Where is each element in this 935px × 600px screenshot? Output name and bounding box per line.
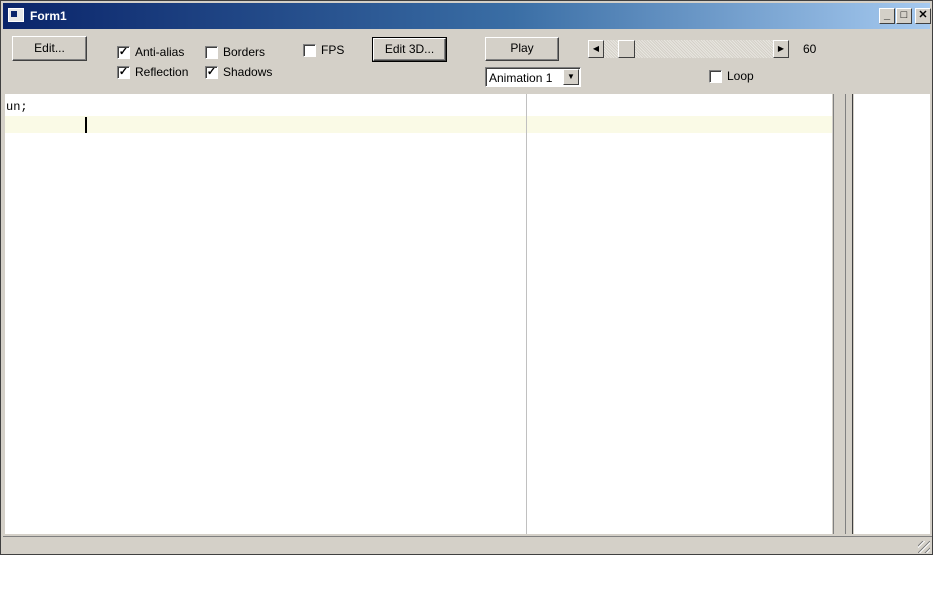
edit-3d-button[interactable]: Edit 3D...	[372, 37, 447, 62]
scroll-left-icon[interactable]: ◀	[588, 40, 604, 58]
splitter[interactable]	[833, 94, 853, 534]
reflection-label: Reflection	[135, 65, 189, 79]
loop-checkbox[interactable]: Loop	[709, 69, 754, 83]
maximize-button[interactable]: □	[896, 8, 912, 24]
shadows-check[interactable]: ✓	[205, 65, 218, 79]
play-button[interactable]: Play	[485, 37, 559, 61]
close-button[interactable]: ✕	[915, 8, 931, 24]
play-button-label: Play	[510, 41, 534, 55]
anti-alias-check[interactable]: ✓	[117, 45, 130, 59]
slider-value: 60	[803, 42, 817, 56]
slider-thumb[interactable]	[618, 40, 635, 58]
text-caret	[85, 117, 87, 133]
code-editor[interactable]: un;	[5, 94, 832, 534]
resize-grip-icon[interactable]	[918, 541, 930, 553]
borders-checkbox[interactable]: Borders	[205, 45, 265, 59]
window-title: Form1	[30, 9, 67, 23]
reflection-checkbox[interactable]: ✓ Reflection	[117, 65, 188, 79]
status-bar	[3, 536, 932, 554]
app-icon[interactable]	[8, 8, 24, 22]
frame-slider[interactable]: ◀ ▶	[588, 40, 789, 58]
code-line[interactable]: un;	[6, 100, 28, 114]
current-line-highlight	[5, 116, 832, 133]
right-panel	[854, 94, 930, 534]
animation-select[interactable]: Animation 1 ▼	[485, 67, 581, 87]
anti-alias-checkbox[interactable]: ✓ Anti-alias	[117, 45, 184, 59]
scroll-right-icon[interactable]: ▶	[773, 40, 789, 58]
loop-check[interactable]	[709, 69, 722, 83]
fps-check[interactable]	[303, 43, 316, 57]
right-margin-line	[526, 94, 527, 534]
edit-button-label: Edit...	[34, 41, 65, 55]
reflection-check[interactable]: ✓	[117, 65, 130, 79]
fps-checkbox[interactable]: FPS	[303, 43, 344, 57]
title-bar[interactable]: Form1 _ □ ✕	[3, 3, 931, 29]
animation-select-value: Animation 1	[489, 71, 553, 85]
borders-check[interactable]	[205, 45, 218, 59]
minimize-button[interactable]: _	[879, 8, 895, 24]
edit-button[interactable]: Edit...	[12, 36, 87, 61]
borders-label: Borders	[223, 45, 266, 59]
fps-label: FPS	[321, 43, 345, 57]
main-window: Form1 _ □ ✕ Edit... ✓ Anti-alias ✓ Refle…	[0, 0, 933, 555]
loop-label: Loop	[727, 69, 754, 83]
anti-alias-label: Anti-alias	[135, 45, 185, 59]
shadows-label: Shadows	[223, 65, 273, 79]
shadows-checkbox[interactable]: ✓ Shadows	[205, 65, 272, 79]
chevron-down-icon[interactable]: ▼	[563, 69, 579, 85]
edit-3d-button-label: Edit 3D...	[384, 42, 435, 56]
